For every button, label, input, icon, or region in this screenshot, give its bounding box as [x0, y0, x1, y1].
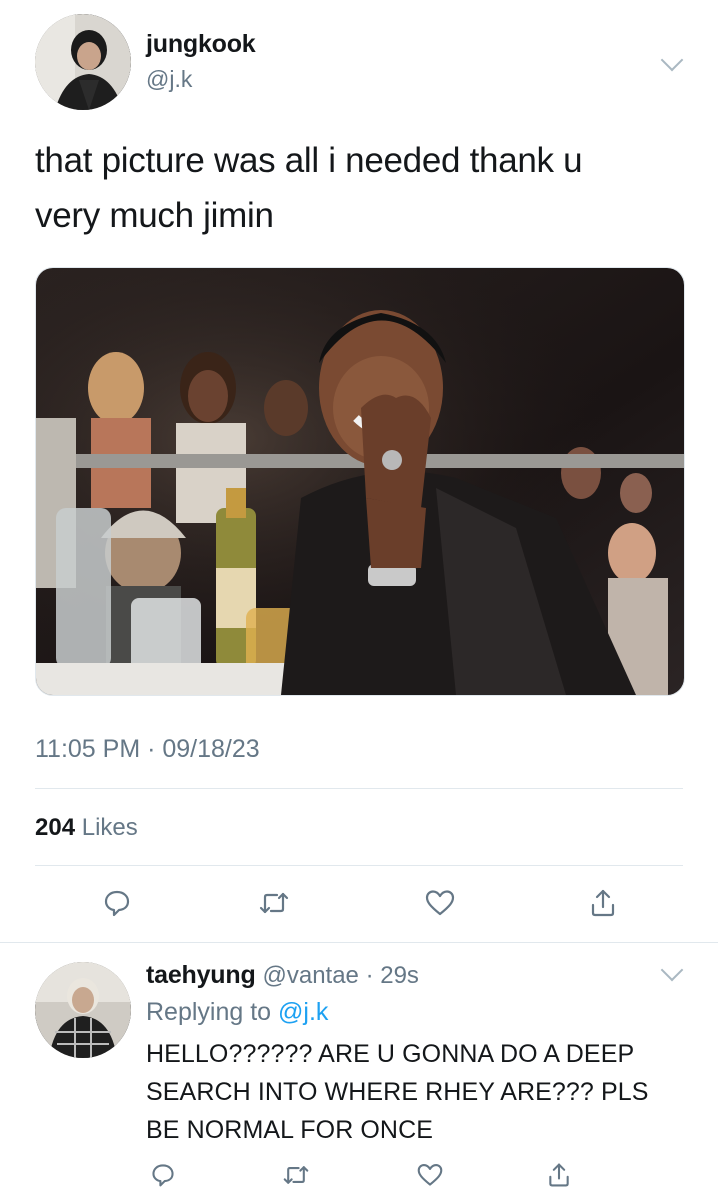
separator-dot: · — [358, 962, 381, 989]
likes-number: 204 — [35, 814, 76, 841]
replying-to-label: Replying to — [146, 998, 272, 1026]
likes-count[interactable]: 204 Likes — [35, 814, 138, 842]
avatar-illustration — [35, 14, 131, 110]
tweet-text: that picture was all i needed thank u ve… — [35, 133, 695, 243]
author-avatar[interactable] — [35, 14, 131, 110]
retweet-button[interactable] — [254, 883, 294, 923]
divider — [35, 865, 683, 866]
tweet-text-line: that picture was all i needed thank u — [35, 141, 583, 180]
author-handle[interactable]: @j.k — [146, 66, 192, 93]
chevron-down-icon[interactable] — [660, 48, 684, 72]
reply-icon — [104, 890, 130, 917]
separator-dot: · — [140, 735, 163, 763]
tweet-date: 09/18/23 — [162, 735, 260, 763]
reply-header: taehyung @vantae · 29s — [146, 961, 419, 990]
likes-label: Likes — [81, 814, 138, 841]
tweet-time: 11:05 PM — [35, 735, 141, 763]
reply-author-avatar[interactable] — [35, 962, 131, 1058]
reply-time[interactable]: 29s — [380, 962, 419, 989]
replying-to-line: Replying to @j.k — [146, 998, 328, 1027]
reply-reply-button[interactable] — [143, 1155, 183, 1195]
retweet-icon — [283, 1166, 309, 1184]
reply-avatar-illustration — [35, 962, 131, 1058]
share-icon — [549, 1163, 569, 1187]
like-button[interactable] — [420, 883, 460, 923]
reply-retweet-button[interactable] — [276, 1155, 316, 1195]
reply-author-name[interactable]: taehyung — [146, 961, 256, 989]
tweet-media-photo[interactable] — [35, 267, 685, 696]
chevron-down-icon[interactable] — [660, 958, 684, 982]
reply-text-line: BE NORMAL FOR ONCE — [146, 1116, 434, 1144]
like-icon — [425, 890, 455, 916]
section-divider — [0, 942, 718, 943]
replying-to-link[interactable]: @j.k — [278, 998, 328, 1026]
reply-text-line: HELLO?????? ARE U GONNA DO A DEEP — [146, 1040, 635, 1068]
reply-author-handle[interactable]: @vantae — [262, 962, 358, 989]
author-name[interactable]: jungkook — [146, 30, 256, 59]
tweet-text-line: very much jimin — [35, 196, 274, 235]
like-icon — [417, 1163, 443, 1186]
divider — [35, 788, 683, 789]
reply-text: HELLO?????? ARE U GONNA DO A DEEP SEARCH… — [146, 1035, 706, 1149]
retweet-icon — [259, 892, 289, 914]
reply-text-line: SEARCH INTO WHERE RHEY ARE??? PLS — [146, 1078, 649, 1106]
reply-button[interactable] — [97, 883, 137, 923]
reply-icon — [152, 1164, 174, 1187]
share-button[interactable] — [583, 883, 623, 923]
share-icon — [591, 889, 615, 917]
reply-like-button[interactable] — [410, 1155, 450, 1195]
reply-share-button[interactable] — [539, 1155, 579, 1195]
photo-illustration — [36, 268, 684, 695]
tweet-timestamp[interactable]: 11:05 PM · 09/18/23 — [35, 735, 260, 764]
